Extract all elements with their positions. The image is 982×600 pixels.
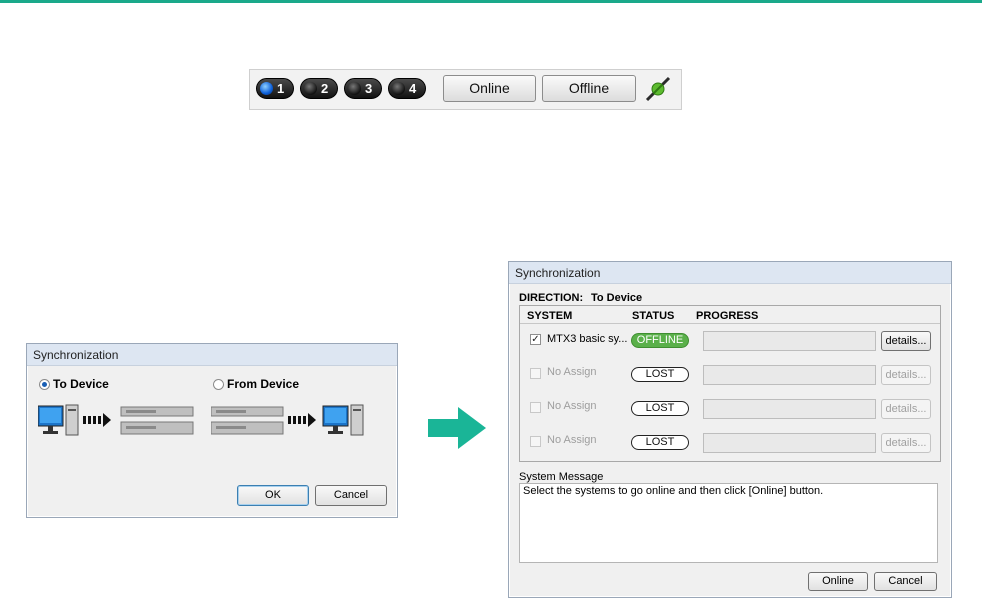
synchronization-dialog: Synchronization DIRECTION: To Device SYS… [508, 261, 952, 598]
led-icon [260, 82, 273, 95]
sync-direction-dialog: Synchronization To Device From Device OK… [26, 343, 398, 518]
column-system: SYSTEM [527, 310, 573, 322]
arrow-right-icon [428, 407, 486, 449]
computer-icon [322, 404, 364, 436]
dialog-title: Synchronization [509, 262, 951, 284]
dialog-body: To Device From Device OK Cancel [28, 366, 396, 516]
cancel-button[interactable]: Cancel [315, 485, 387, 506]
system-checkbox[interactable]: ✓ [530, 334, 541, 345]
led-icon [304, 82, 317, 95]
online-button[interactable]: Online [443, 75, 536, 102]
online-button[interactable]: Online [808, 572, 868, 591]
progress-bar [703, 365, 876, 385]
system-message-text: Select the systems to go online and then… [523, 485, 824, 497]
system-checkbox[interactable] [530, 436, 541, 447]
top-divider [0, 0, 982, 3]
status-badge: OFFLINE [631, 333, 689, 348]
cancel-button[interactable]: Cancel [874, 572, 937, 591]
system-name: MTX3 basic sy... [547, 333, 628, 345]
system-2-button[interactable]: 2 [300, 78, 338, 99]
system-number: 2 [321, 81, 329, 96]
device-rack-icon [211, 406, 284, 435]
system-1-button[interactable]: 1 [256, 78, 294, 99]
system-4-button[interactable]: 4 [388, 78, 426, 99]
system-checkbox[interactable] [530, 402, 541, 413]
arrow-right-icon [288, 413, 316, 427]
from-device-illustration [211, 404, 364, 436]
header-divider [520, 323, 940, 324]
status-badge: LOST [631, 435, 689, 450]
system-name: No Assign [547, 400, 597, 412]
device-rack-icon [120, 406, 194, 435]
status-badge: LOST [631, 401, 689, 416]
offline-button[interactable]: Offline [542, 75, 636, 102]
dialog-body: DIRECTION: To Device SYSTEM STATUS PROGR… [510, 284, 950, 596]
system-message-box: Select the systems to go online and then… [519, 483, 938, 563]
direction-value: To Device [591, 292, 643, 304]
system-message-label: System Message [519, 471, 604, 483]
arrow-right-icon [83, 413, 111, 427]
system-number: 3 [365, 81, 373, 96]
to-device-radio[interactable] [39, 379, 50, 390]
details-button[interactable]: details... [881, 331, 931, 351]
progress-bar [703, 433, 876, 453]
system-name: No Assign [547, 434, 597, 446]
system-number: 1 [277, 81, 285, 96]
to-device-label[interactable]: To Device [53, 377, 109, 391]
led-icon [392, 82, 405, 95]
system-number: 4 [409, 81, 417, 96]
from-device-label[interactable]: From Device [227, 377, 299, 391]
details-button[interactable]: details... [881, 433, 931, 453]
system-checkbox[interactable] [530, 368, 541, 379]
dialog-title: Synchronization [27, 344, 397, 366]
status-badge: LOST [631, 367, 689, 382]
computer-icon [38, 404, 79, 436]
system-3-button[interactable]: 3 [344, 78, 382, 99]
column-progress: PROGRESS [696, 310, 759, 322]
column-status: STATUS [632, 310, 675, 322]
from-device-radio[interactable] [213, 379, 224, 390]
details-button[interactable]: details... [881, 399, 931, 419]
direction-label: DIRECTION: [519, 292, 584, 304]
system-list: SYSTEM STATUS PROGRESS ✓ MTX3 basic sy..… [519, 305, 941, 462]
plug-icon [645, 76, 671, 102]
system-name: No Assign [547, 366, 597, 378]
details-button[interactable]: details... [881, 365, 931, 385]
led-icon [348, 82, 361, 95]
progress-bar [703, 331, 876, 351]
to-device-illustration [38, 404, 194, 436]
online-toolbar: 1 2 3 4 Online Offline [249, 69, 682, 110]
progress-bar [703, 399, 876, 419]
ok-button[interactable]: OK [237, 485, 309, 506]
